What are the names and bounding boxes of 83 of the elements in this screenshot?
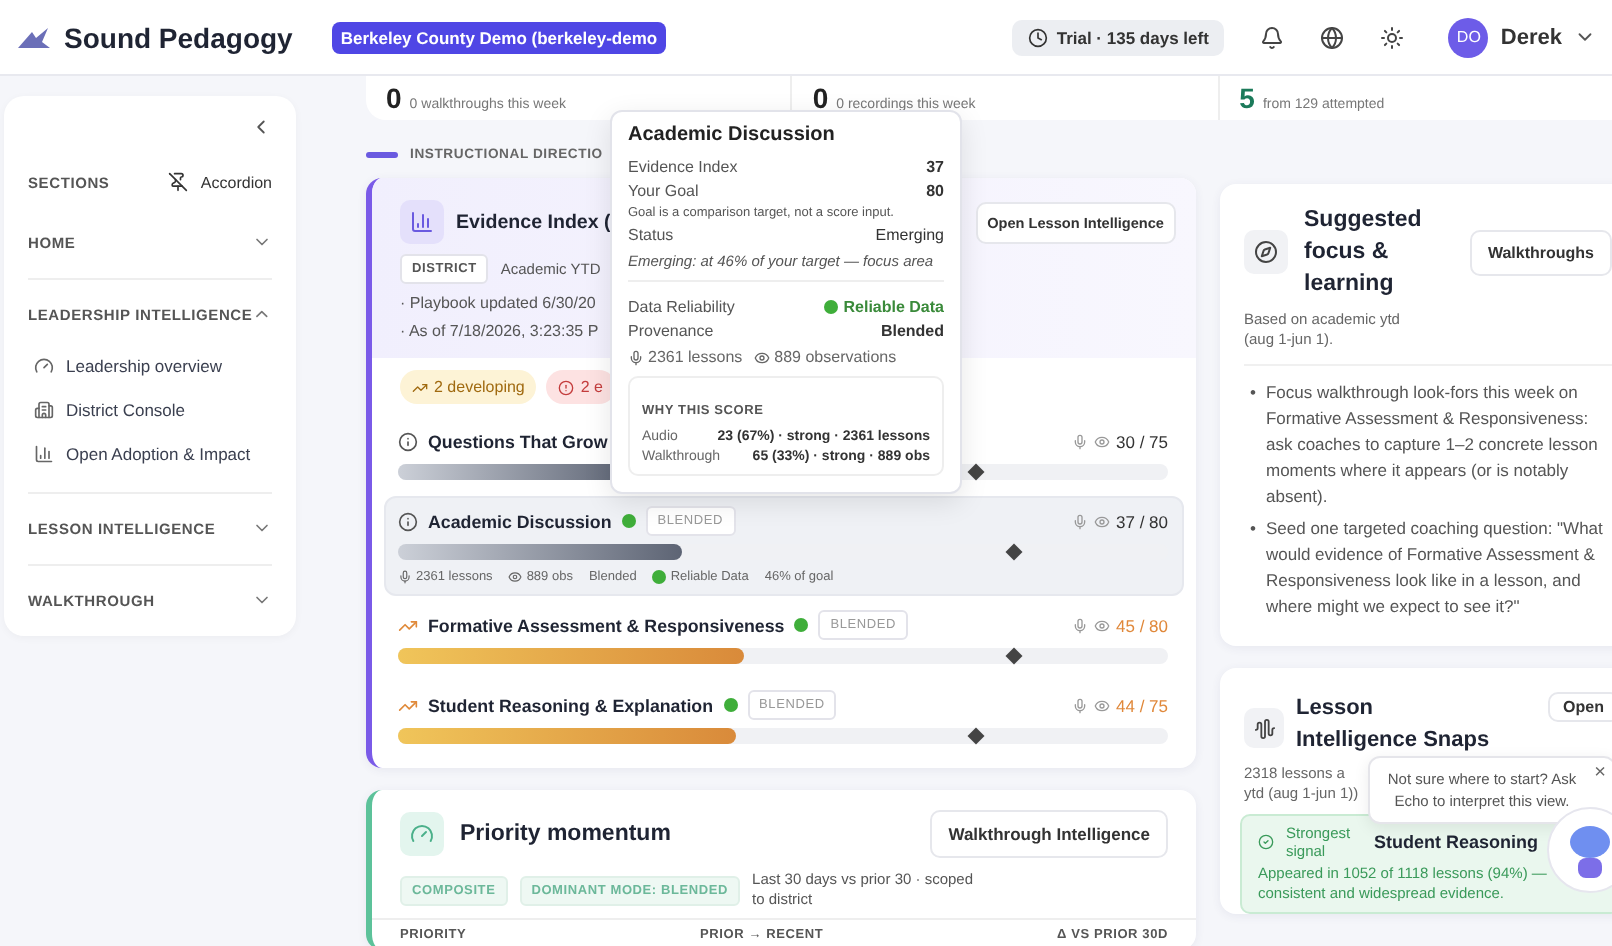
mic-icon (1072, 513, 1088, 529)
practice-score: 30 / 75 (1116, 431, 1168, 451)
bullet-marker: • (1250, 516, 1256, 542)
trend-up-icon (398, 615, 418, 635)
walkthroughs-button[interactable]: Walkthroughs (1469, 229, 1612, 275)
focus-suggestion: Seed one targeted coaching question: "What would evidence of Formative Assessment & Responsiveness look like in a lesson, and where might we expect to see it?" (1265, 516, 1605, 620)
mic-icon (1072, 697, 1088, 713)
open-button[interactable]: Open (1547, 692, 1612, 722)
tooltip-label: Status (628, 226, 674, 244)
tooltip-count: 2361 lessons (648, 348, 743, 366)
mic-icon (398, 570, 412, 584)
card-title: Lesson Intelligence Snaps (1296, 694, 1492, 756)
tooltip-label: Provenance (628, 322, 714, 340)
tooltip-label: Your Goal (628, 182, 699, 200)
trend-up-icon (412, 379, 428, 395)
practice-score: 37 / 80 (1116, 511, 1168, 531)
sidebar-item[interactable]: District Console (28, 388, 272, 432)
sidebar-item[interactable]: Open Adoption & Impact (28, 432, 272, 476)
accordion-toggle[interactable]: Accordion (168, 172, 272, 192)
tooltip-value: 37 (926, 158, 944, 176)
card-title: Suggested focus & learning (1304, 206, 1424, 300)
bell-icon[interactable] (1260, 25, 1285, 49)
status-chip[interactable]: 2 e (546, 370, 615, 404)
eye-icon (1094, 433, 1110, 449)
reliability-dot (823, 300, 838, 314)
eye-icon (754, 349, 771, 365)
tooltip-count: 889 observations (774, 348, 897, 366)
meta-text: · Playbook updated 6/30/20 (400, 294, 596, 312)
signal-name: Student Reasoning (1374, 832, 1539, 852)
sun-icon[interactable] (1380, 25, 1405, 49)
practice-score: 44 / 75 (1116, 695, 1168, 715)
clock-icon (1028, 27, 1049, 47)
bullet-marker: • (1250, 380, 1256, 406)
pin-off-icon (168, 172, 189, 192)
brand-name: Sound Pedagogy (64, 21, 293, 53)
tooltip-value: Emerging (875, 226, 944, 244)
practice-score: 45 / 80 (1116, 615, 1168, 635)
meta-text: · As of 7/18/2026, 3:23:35 P (400, 322, 599, 340)
alert-icon (558, 379, 575, 395)
assistant-button[interactable] (1546, 806, 1612, 894)
mic-icon (1072, 617, 1088, 633)
practice-name: Questions That Grow (428, 431, 608, 451)
chart-icon (400, 200, 444, 244)
gauge-icon (34, 356, 54, 376)
compass-icon (1244, 230, 1288, 274)
tooltip-title: Academic Discussion (628, 124, 837, 146)
eye-icon (1094, 617, 1110, 633)
practice-name: Formative Assessment & Responsiveness (428, 615, 785, 635)
card-title: Priority momentum (460, 822, 671, 846)
mic-icon (628, 349, 644, 365)
info-icon (398, 511, 418, 531)
user-avatar[interactable]: DO (1448, 17, 1489, 57)
user-name[interactable]: Derek (1500, 25, 1562, 49)
mic-icon (1072, 433, 1088, 449)
tooltip-value: 80 (926, 182, 944, 200)
eye-icon (1094, 513, 1110, 529)
trend-up-icon (398, 695, 418, 715)
stat-value: 5 (1239, 84, 1255, 112)
tooltip-label: Data Reliability (628, 298, 735, 316)
practice-name: Academic Discussion (428, 511, 612, 531)
focus-suggestion: Focus walkthrough look-fors this week on Formative Assessment & Responsiveness: ask coaches to capture 1–2 concrete lesson moments where it appears (or is notably absent). (1265, 380, 1600, 510)
close-button[interactable]: × (1594, 762, 1606, 784)
status-chip[interactable]: 2 developing (400, 370, 537, 404)
check-icon (1258, 834, 1274, 850)
tooltip-value: Blended (880, 322, 944, 340)
trial-badge: Trial · 135 days left (1012, 19, 1225, 55)
bar-chart-icon (34, 444, 54, 464)
globe-icon[interactable] (1320, 25, 1345, 49)
walkthrough-intelligence-button[interactable]: Walkthrough Intelligence (930, 810, 1168, 858)
practice-name: Student Reasoning & Explanation (428, 695, 714, 715)
stat-value: 0 (812, 84, 829, 112)
eye-icon (1094, 697, 1110, 713)
waveform-icon (1244, 708, 1284, 748)
building-icon (34, 400, 54, 420)
sidebar-item[interactable]: Leadership overview (28, 344, 272, 388)
tooltip-value: Reliable Data (843, 298, 944, 316)
tenant-badge[interactable]: Berkeley County Demo (berkeley-demo (332, 21, 666, 53)
gauge-icon (400, 812, 444, 856)
eye-icon (508, 570, 523, 584)
tooltip-label: Evidence Index (628, 158, 738, 176)
info-icon (398, 431, 418, 451)
stat-value: 0 (386, 84, 402, 112)
card-title: Evidence Index ( (456, 211, 611, 233)
